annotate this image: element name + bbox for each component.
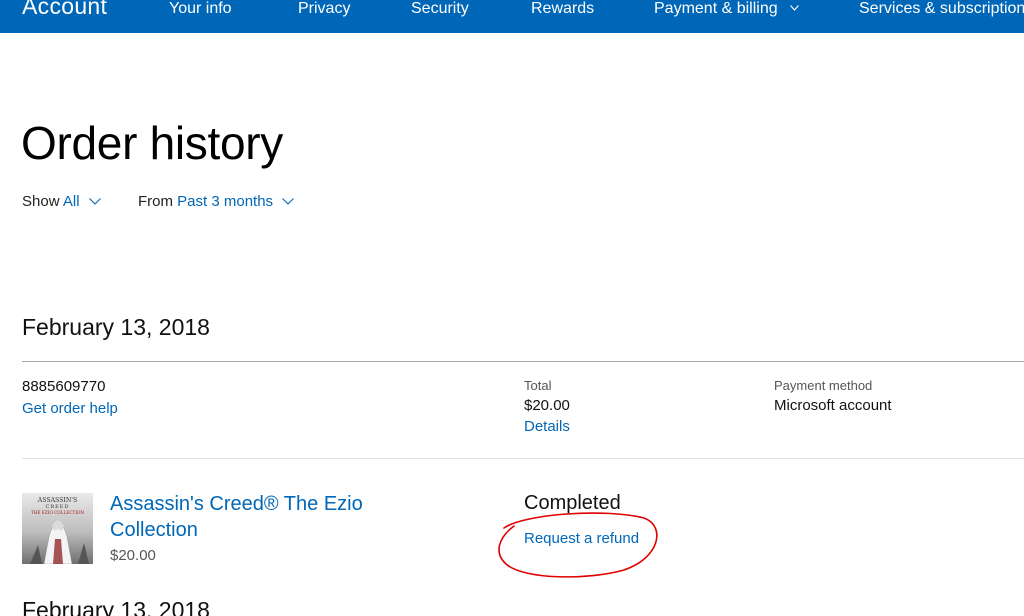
page-root: Account Your info Privacy Security Rewar…: [0, 0, 1024, 616]
nav-item-your-info[interactable]: Your info: [169, 0, 232, 18]
total-label: Total: [524, 378, 552, 393]
page-title: Order history: [21, 117, 283, 169]
product-thumbnail[interactable]: ASSASSIN'S CREED THE EZIO COLLECTION: [22, 493, 93, 564]
nav-item-security[interactable]: Security: [411, 0, 469, 18]
show-filter[interactable]: Show All: [22, 193, 101, 210]
total-value: $20.00: [524, 397, 570, 414]
nav-item-payment-billing[interactable]: Payment & billing: [654, 0, 799, 18]
item-divider: [22, 458, 1024, 459]
nav-item-services-subscriptions[interactable]: Services & subscriptions: [859, 0, 1024, 18]
order-number: 8885609770: [22, 378, 106, 395]
order-divider: [22, 361, 1024, 362]
top-nav-bar: Account Your info Privacy Security Rewar…: [0, 0, 1024, 33]
from-filter-label: From: [138, 193, 173, 210]
show-filter-value[interactable]: All: [63, 193, 80, 210]
get-order-help-link[interactable]: Get order help: [22, 400, 118, 417]
request-refund-link[interactable]: Request a refund: [524, 530, 639, 547]
product-cover-art: ASSASSIN'S CREED THE EZIO COLLECTION: [22, 493, 93, 564]
nav-item-privacy[interactable]: Privacy: [298, 0, 350, 18]
product-title-link[interactable]: Assassin's Creed® The Ezio Collection: [110, 491, 400, 543]
cover-text-line-3: THE EZIO COLLECTION: [31, 510, 85, 515]
nav-item-rewards[interactable]: Rewards: [531, 0, 594, 18]
payment-method-label: Payment method: [774, 378, 873, 393]
from-filter[interactable]: From Past 3 months: [138, 193, 295, 210]
cover-text-line-1: ASSASSIN'S: [37, 497, 77, 504]
account-brand[interactable]: Account: [22, 0, 107, 20]
chevron-down-icon[interactable]: [88, 198, 101, 205]
show-filter-label: Show: [22, 193, 60, 210]
order-status: Completed: [524, 492, 621, 514]
chevron-down-icon[interactable]: [282, 198, 295, 205]
product-price: $20.00: [110, 547, 156, 564]
order-date: February 13, 2018: [22, 597, 210, 616]
order-date: February 13, 2018: [22, 314, 210, 340]
payment-method-value: Microsoft account: [774, 397, 892, 414]
chevron-down-icon: [790, 5, 799, 11]
nav-item-payment-billing-label: Payment & billing: [654, 0, 778, 17]
from-filter-value[interactable]: Past 3 months: [177, 193, 273, 210]
details-link[interactable]: Details: [524, 418, 570, 435]
